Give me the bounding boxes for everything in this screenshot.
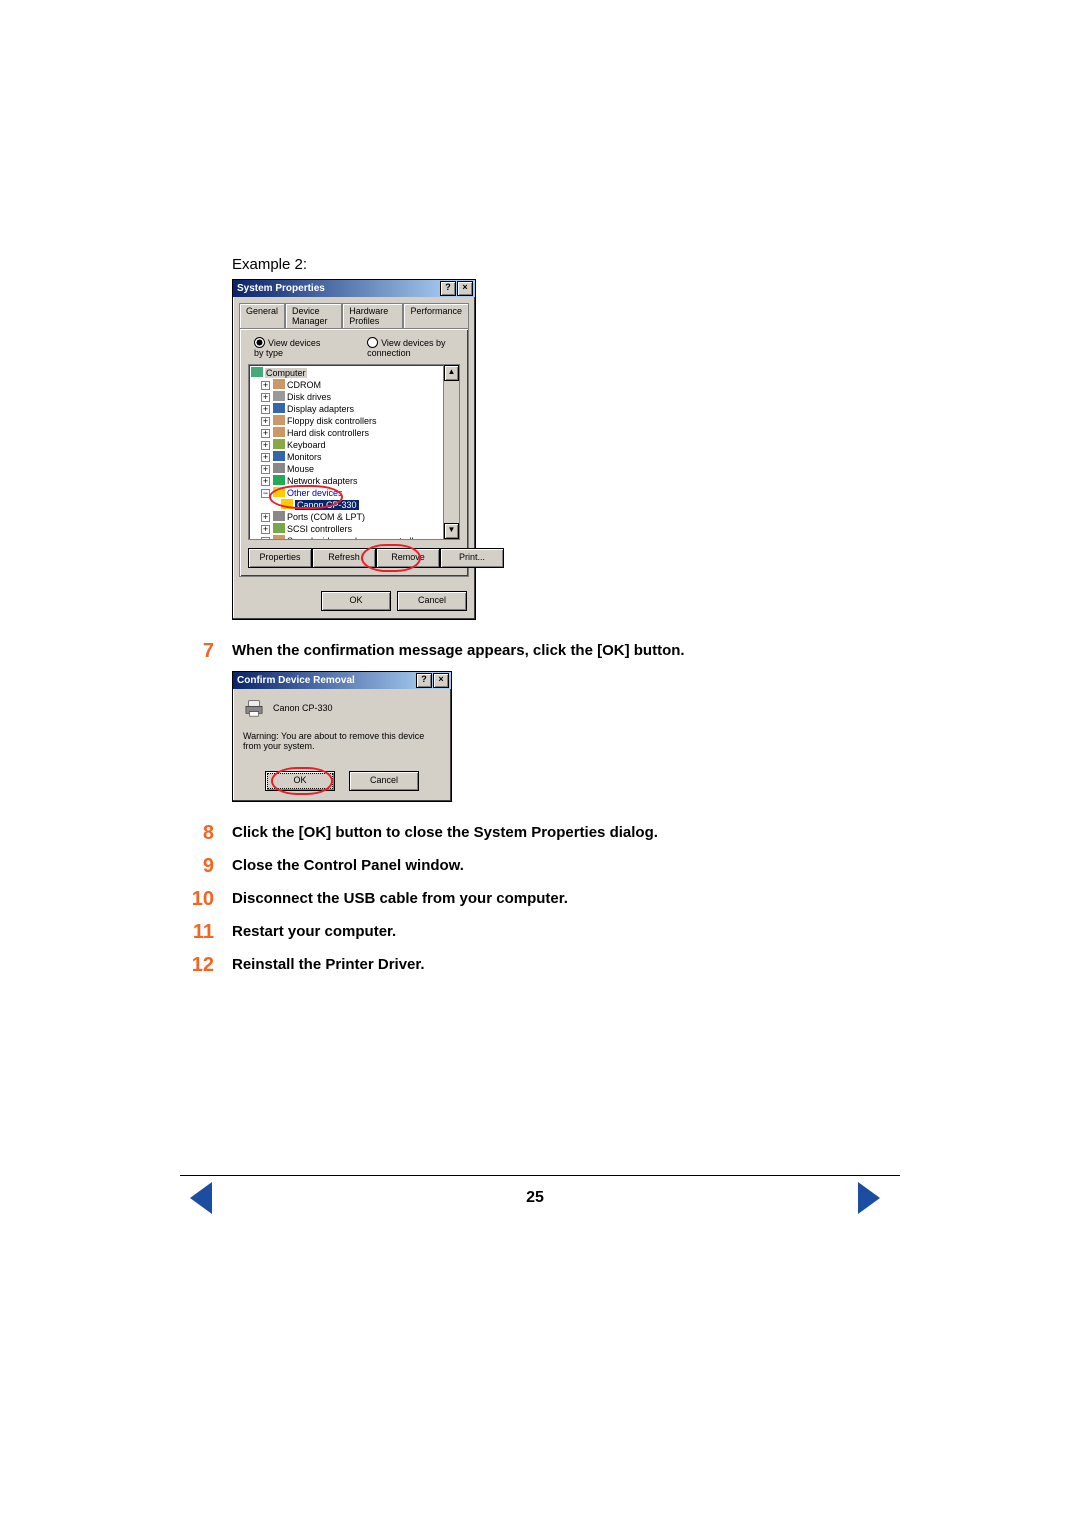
tree-item[interactable]: SCSI controllers xyxy=(287,524,352,534)
step-12: 12 Reinstall the Printer Driver. xyxy=(188,954,912,977)
step-number: 8 xyxy=(188,822,214,845)
print-button[interactable]: Print... xyxy=(440,548,504,568)
help-button[interactable]: ? xyxy=(416,673,432,688)
step-text: Reinstall the Printer Driver. xyxy=(232,954,425,973)
device-name: Canon CP-330 xyxy=(273,703,333,713)
tree-item[interactable]: Keyboard xyxy=(287,440,326,450)
cancel-button[interactable]: Cancel xyxy=(397,591,467,611)
step-8: 8 Click the [OK] button to close the Sys… xyxy=(188,822,912,845)
step-number: 9 xyxy=(188,855,214,878)
device-tree[interactable]: Computer +CDROM +Disk drives +Display ad… xyxy=(248,364,460,540)
confirm-body: Canon CP-330 Warning: You are about to r… xyxy=(233,689,451,801)
ok-button[interactable]: OK xyxy=(321,591,391,611)
printer-icon xyxy=(243,699,265,717)
content-area: Example 2: System Properties ? × General… xyxy=(232,256,912,977)
tab-panel: View devices by type View devices by con… xyxy=(239,328,469,577)
titlebar-controls: ? × xyxy=(416,673,449,688)
close-button[interactable]: × xyxy=(433,673,449,688)
tree-item[interactable]: Sound, video and game controllers xyxy=(287,536,426,540)
titlebar: Confirm Device Removal ? × xyxy=(233,672,451,689)
prev-page-arrow[interactable] xyxy=(190,1182,212,1214)
step-text: Disconnect the USB cable from your compu… xyxy=(232,888,568,907)
tree-item[interactable]: Floppy disk controllers xyxy=(287,416,377,426)
close-button[interactable]: × xyxy=(457,281,473,296)
step-number: 7 xyxy=(188,640,214,663)
tree-item[interactable]: Mouse xyxy=(287,464,314,474)
tab-device-manager[interactable]: Device Manager xyxy=(285,303,342,328)
tree-item[interactable]: Ports (COM & LPT) xyxy=(287,512,365,522)
titlebar-controls: ? × xyxy=(440,281,473,296)
step-text: Click the [OK] button to close the Syste… xyxy=(232,822,658,841)
tab-performance[interactable]: Performance xyxy=(403,303,469,328)
step-number: 11 xyxy=(188,921,214,944)
tab-hardware-profiles[interactable]: Hardware Profiles xyxy=(342,303,403,328)
dialog-title: System Properties xyxy=(237,283,325,294)
ok-button[interactable]: OK xyxy=(265,771,335,791)
radio-by-connection[interactable]: View devices by connection xyxy=(367,337,460,358)
help-button[interactable]: ? xyxy=(440,281,456,296)
refresh-button[interactable]: Refresh xyxy=(312,548,376,568)
tab-general[interactable]: General xyxy=(239,303,285,328)
tree-item[interactable]: Disk drives xyxy=(287,392,331,402)
step-11: 11 Restart your computer. xyxy=(188,921,912,944)
step-10: 10 Disconnect the USB cable from your co… xyxy=(188,888,912,911)
tree-root[interactable]: Computer xyxy=(265,368,307,378)
view-mode-radios: View devices by type View devices by con… xyxy=(248,337,460,358)
scroll-up-button[interactable]: ▲ xyxy=(444,365,459,381)
page-number: 25 xyxy=(526,1189,544,1207)
tree-other-devices[interactable]: Other devices xyxy=(287,488,343,498)
device-buttons-row: Properties Refresh Remove Print... xyxy=(248,548,460,568)
scrollbar[interactable]: ▲ ▼ xyxy=(443,365,459,539)
step-text: Restart your computer. xyxy=(232,921,396,940)
confirm-removal-dialog: Confirm Device Removal ? × Canon CP-330 … xyxy=(232,671,452,802)
example-label: Example 2: xyxy=(232,256,912,273)
step-9: 9 Close the Control Panel window. xyxy=(188,855,912,878)
step-number: 10 xyxy=(188,888,214,911)
page: Example 2: System Properties ? × General… xyxy=(0,0,1080,1528)
cancel-button[interactable]: Cancel xyxy=(349,771,419,791)
dialog-footer: OK Cancel xyxy=(233,583,475,619)
warning-text: Warning: You are about to remove this de… xyxy=(243,731,441,751)
tab-strip: General Device Manager Hardware Profiles… xyxy=(233,297,475,328)
next-page-arrow[interactable] xyxy=(858,1182,880,1214)
device-row: Canon CP-330 xyxy=(243,699,441,717)
page-footer: 25 xyxy=(180,1175,900,1214)
tree-item[interactable]: Display adapters xyxy=(287,404,354,414)
system-properties-dialog: System Properties ? × General Device Man… xyxy=(232,279,476,620)
properties-button[interactable]: Properties xyxy=(248,548,312,568)
tree-selected-device[interactable]: Canon CP-330 xyxy=(295,500,359,510)
step-number: 12 xyxy=(188,954,214,977)
step-7: 7 When the confirmation message appears,… xyxy=(188,640,912,663)
step-text: Close the Control Panel window. xyxy=(232,855,464,874)
tree-item[interactable]: CDROM xyxy=(287,380,321,390)
radio-by-type[interactable]: View devices by type xyxy=(254,337,327,358)
tree-item[interactable]: Network adapters xyxy=(287,476,358,486)
tree-item[interactable]: Monitors xyxy=(287,452,322,462)
remove-button[interactable]: Remove xyxy=(376,548,440,568)
scroll-down-button[interactable]: ▼ xyxy=(444,523,459,539)
dialog-title: Confirm Device Removal xyxy=(237,675,355,686)
tree-item[interactable]: Hard disk controllers xyxy=(287,428,369,438)
step-text: When the confirmation message appears, c… xyxy=(232,640,685,659)
titlebar: System Properties ? × xyxy=(233,280,475,297)
